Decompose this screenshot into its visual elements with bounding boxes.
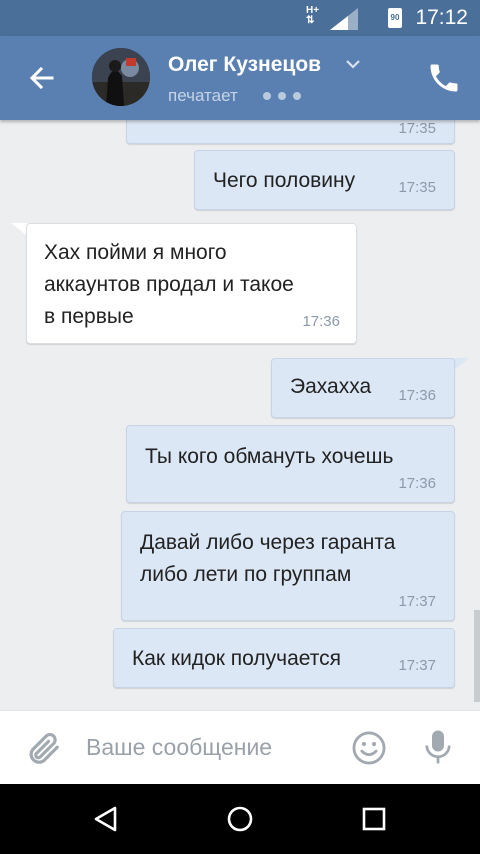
- message-time: 17:36: [398, 475, 436, 492]
- network-type-indicator: H+ ⇅: [306, 5, 320, 26]
- phone-icon[interactable]: [426, 60, 462, 96]
- message-time: 17:36: [302, 313, 340, 330]
- status-clock: 17:12: [415, 6, 468, 29]
- avatar[interactable]: [92, 48, 150, 106]
- scrollbar-thumb[interactable]: [474, 610, 480, 702]
- typing-status: печатает: [168, 86, 238, 105]
- message-text: Ты кого обмануть хочешь: [145, 445, 394, 468]
- chevron-down-icon[interactable]: [344, 58, 362, 70]
- message-composer: [0, 710, 480, 785]
- microphone-icon[interactable]: [420, 727, 456, 767]
- message-bubble-outgoing[interactable]: Чего половину 17:35: [194, 150, 455, 210]
- message-time: 17:35: [398, 120, 436, 137]
- paperclip-icon[interactable]: [24, 729, 62, 767]
- message-bubble-outgoing[interactable]: Давай либо через гаранта либо лети по гр…: [121, 511, 455, 621]
- nav-home-icon[interactable]: [222, 801, 258, 837]
- message-time: 17:35: [398, 179, 436, 196]
- message-text: Как кидок получается: [132, 647, 342, 670]
- message-text: аккаунтов продал и такое: [44, 273, 294, 296]
- message-time: 17:36: [398, 387, 436, 404]
- contact-name[interactable]: Олег Кузнецов: [168, 53, 321, 77]
- smiley-icon[interactable]: [350, 729, 388, 767]
- message-bubble-outgoing[interactable]: Ты кого обмануть хочешь 17:36: [126, 425, 455, 503]
- message-bubble-incoming[interactable]: Хах пойми я много аккаунтов продал и так…: [26, 223, 357, 344]
- nav-recents-icon[interactable]: [356, 801, 392, 837]
- back-arrow-icon[interactable]: [22, 58, 62, 98]
- signal-strength-icon: [330, 8, 358, 30]
- message-text: в первые: [44, 305, 134, 328]
- typing-dots-icon: [263, 92, 301, 100]
- chat-header: Олег Кузнецов печатает: [0, 36, 480, 120]
- message-bubble-outgoing[interactable]: Как кидок получается 17:37: [113, 628, 455, 688]
- message-text: Хах пойми я много: [44, 241, 227, 264]
- status-bar: H+ ⇅ 90 17:12: [0, 0, 480, 36]
- message-text: Чего половину: [213, 169, 356, 192]
- message-time: 17:37: [398, 593, 436, 610]
- android-navigation-bar: [0, 784, 480, 854]
- message-bubble-outgoing[interactable]: Эахахха 17:36: [271, 358, 455, 418]
- message-input[interactable]: [86, 731, 326, 763]
- message-bubble-outgoing[interactable]: 17:35: [126, 120, 455, 144]
- message-text: либо лети по группам: [140, 563, 352, 586]
- message-time: 17:37: [398, 657, 436, 674]
- message-text: Эахахха: [290, 375, 372, 398]
- message-text: Давай либо через гаранта: [140, 531, 396, 554]
- nav-back-icon[interactable]: [88, 801, 124, 837]
- battery-icon: 90: [388, 8, 402, 28]
- message-list[interactable]: 17:35 Чего половину 17:35 Хах пойми я мн…: [0, 120, 480, 710]
